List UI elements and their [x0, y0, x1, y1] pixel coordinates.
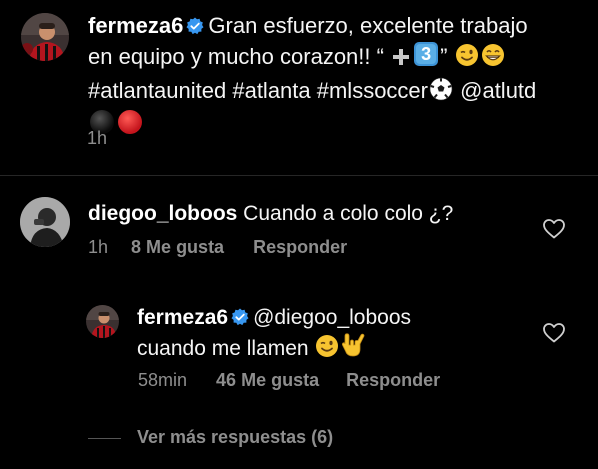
caption-text-2: en equipo y mucho corazon!! “ [88, 44, 384, 69]
caption-line-2: en equipo y mucho corazon!! “ 3 ” [88, 41, 586, 75]
post-username[interactable]: fermeza6 [88, 13, 183, 38]
reply-reply-button[interactable]: Responder [346, 370, 440, 391]
reply-avatar[interactable] [86, 305, 119, 338]
post-caption: fermeza6 Gran esfuerzo, excelente trabaj… [88, 10, 586, 143]
reply-like-heart-icon[interactable] [543, 323, 565, 343]
view-more-replies-button[interactable]: Ver más respuestas (6) [137, 427, 333, 448]
wink-emoji-icon [315, 334, 339, 366]
caption-text-1: Gran esfuerzo, excelente trabajo [208, 13, 528, 38]
comment-meta: 1h 8 Me gusta Responder [88, 237, 347, 258]
comment-likes[interactable]: 8 Me gusta [131, 237, 224, 258]
grin-emoji-icon [481, 43, 505, 75]
verified-badge-icon [231, 305, 249, 326]
reply-text: cuando me llamen [137, 337, 309, 360]
plus-emoji-icon [391, 44, 411, 75]
caption-line-1: fermeza6 Gran esfuerzo, excelente trabaj… [88, 10, 586, 41]
comment-like-heart-icon[interactable] [543, 219, 565, 239]
keycap-three-emoji-icon: 3 [413, 41, 439, 67]
caption-line-3: #atlantaunited #atlanta #mlssoccer @atlu… [88, 75, 586, 109]
divider [0, 175, 598, 176]
reply-line-1: fermeza6 @diegoo_loboos [137, 303, 517, 332]
reply-likes[interactable]: 46 Me gusta [216, 370, 319, 391]
keycap-number: 3 [421, 44, 432, 64]
reply-username[interactable]: fermeza6 [137, 306, 228, 329]
reply-meta: 58min 46 Me gusta Responder [138, 370, 440, 391]
love-you-gesture-emoji-icon [341, 332, 365, 366]
comment-text: Cuando a colo colo ¿? [243, 202, 454, 225]
wink-emoji-icon [455, 43, 479, 75]
comment-body: diegoo_loboos Cuando a colo colo ¿? [88, 199, 453, 228]
reply-line-2: cuando me llamen [137, 332, 517, 366]
caption-quote-close: ” [440, 44, 448, 69]
post-time: 1h [87, 128, 108, 148]
reply-body: fermeza6 @diegoo_loboos cuando me llamen [137, 303, 517, 366]
view-more-line [88, 438, 121, 439]
soccer-ball-emoji-icon [429, 77, 453, 109]
caption-line-4 [88, 109, 586, 143]
red-circle-emoji-icon [117, 109, 143, 143]
reply-mention[interactable]: @diegoo_loboos [253, 306, 411, 329]
comment-avatar[interactable] [20, 197, 70, 247]
post-avatar[interactable] [21, 13, 69, 61]
comment-reply-button[interactable]: Responder [253, 237, 347, 258]
verified-badge-icon [186, 12, 204, 35]
comment-time: 1h [88, 237, 109, 257]
comment-username[interactable]: diegoo_loboos [88, 202, 237, 225]
caption-mention[interactable]: @atlutd [460, 78, 536, 103]
caption-hashtags[interactable]: #atlantaunited #atlanta #mlssoccer [88, 78, 428, 103]
reply-time: 58min [138, 370, 188, 390]
